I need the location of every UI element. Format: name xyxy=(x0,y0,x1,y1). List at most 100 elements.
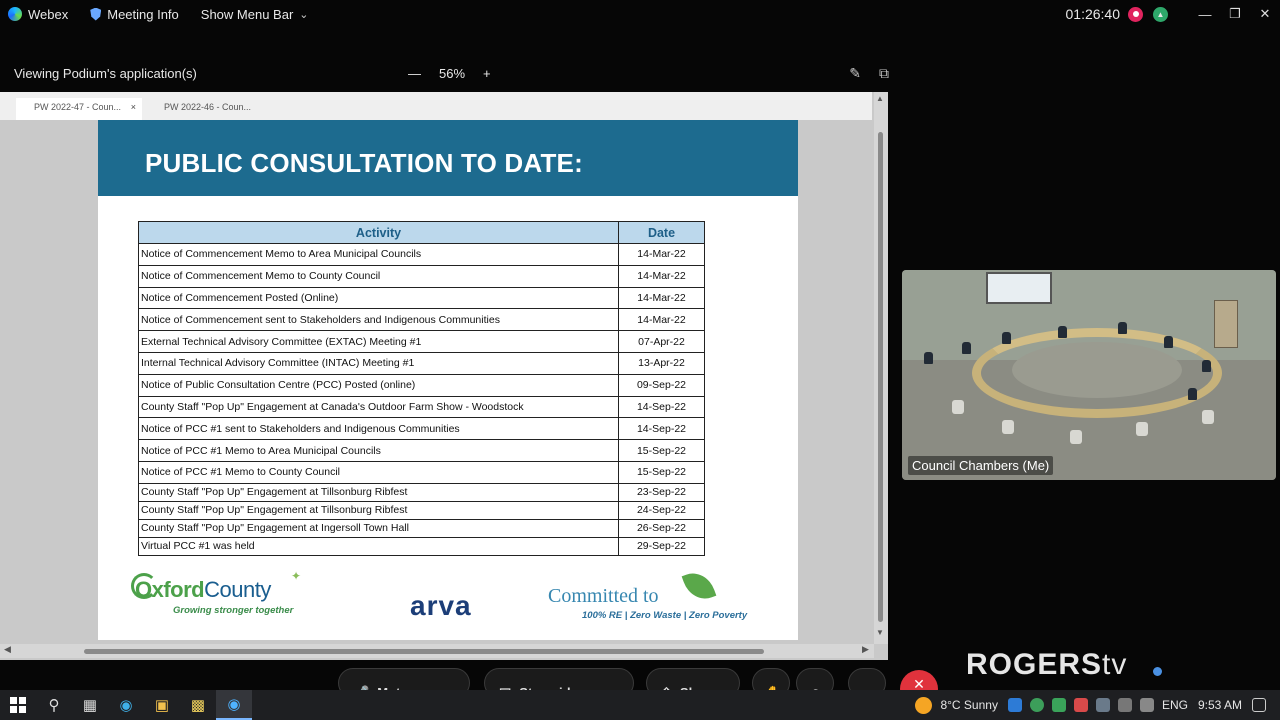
table-row: County Staff "Pop Up" Engagement at Till… xyxy=(138,500,705,520)
council-member xyxy=(1188,388,1197,400)
weather-text[interactable]: 8°C Sunny xyxy=(940,698,998,712)
minimize-button[interactable]: — xyxy=(1190,7,1220,22)
chrome-tray-icon[interactable] xyxy=(1029,698,1044,712)
security-tray-icon[interactable] xyxy=(1051,698,1066,712)
council-member xyxy=(962,342,971,354)
table-row: County Staff "Pop Up" Engagement at Inge… xyxy=(138,518,705,538)
council-member xyxy=(1002,332,1011,344)
rogers-wordmark: ROGERS xyxy=(966,648,1103,681)
store-icon[interactable]: ▩ xyxy=(180,690,216,720)
date-cell: 14-Mar-22 xyxy=(618,264,705,288)
webex-app-menu[interactable]: Webex xyxy=(8,7,68,22)
close-button[interactable]: ✕ xyxy=(1250,6,1280,22)
meeting-info-button[interactable]: Meeting Info xyxy=(90,7,179,22)
horizontal-scrollbar[interactable]: ◀ ▶ xyxy=(0,644,874,658)
webex-taskbar-icon[interactable]: ◉ xyxy=(216,690,252,720)
network-tray-icon[interactable] xyxy=(1095,698,1110,712)
search-icon[interactable]: ⚲ xyxy=(36,690,72,720)
edge-browser-icon[interactable]: ◉ xyxy=(108,690,144,720)
date-cell: 15-Sep-22 xyxy=(618,460,705,484)
activity-cell: Notice of Public Consultation Centre (PC… xyxy=(138,373,619,397)
activity-cell: County Staff "Pop Up" Engagement at Cana… xyxy=(138,395,619,419)
vertical-scroll-thumb[interactable] xyxy=(878,132,883,622)
system-tray: 8°C Sunny ENG 9:53 AM xyxy=(915,690,1280,720)
task-view-icon[interactable]: ▦ xyxy=(72,690,108,720)
share-tools: ✎ ⧉ xyxy=(849,65,889,82)
date-cell: 14-Mar-22 xyxy=(618,308,705,332)
oxford-tagline: Growing stronger together xyxy=(173,605,294,616)
date-cell: 14-Mar-22 xyxy=(618,243,705,266)
table-row: Notice of Public Consultation Centre (PC… xyxy=(138,373,705,397)
browser-tab-active[interactable]: PW 2022-47 - Coun... × xyxy=(16,98,142,120)
viewing-label: Viewing Podium's application(s) xyxy=(14,65,197,81)
self-video-tile[interactable]: Council Chambers (Me) xyxy=(902,270,1276,480)
browser-tab[interactable]: PW 2022-46 - Coun... xyxy=(146,98,272,120)
date-cell: 09-Sep-22 xyxy=(618,373,705,397)
title-bar-right: 01:26:40 ▲ — ❐ ✕ xyxy=(1066,0,1280,28)
council-member xyxy=(924,352,933,364)
council-member xyxy=(1118,322,1127,334)
title-bar: Webex Meeting Info Show Menu Bar ⌄ 01:26… xyxy=(0,0,1280,28)
notifications-icon[interactable] xyxy=(1252,698,1266,712)
activity-cell: Notice of Commencement Posted (Online) xyxy=(138,286,619,310)
zoom-controls: — 56% + xyxy=(408,66,491,81)
activity-cell: Notice of PCC #1 Memo to Area Municipal … xyxy=(138,439,619,462)
committed-logo: Committed to 100% RE | Zero Waste | Zero… xyxy=(548,567,778,623)
file-explorer-icon[interactable]: ▣ xyxy=(144,690,180,720)
table-row: Notice of Commencement sent to Stakehold… xyxy=(138,308,705,332)
chevron-down-icon: ⌄ xyxy=(299,8,309,21)
microphone-tray-icon[interactable] xyxy=(1117,698,1132,712)
taskbar-clock[interactable]: 9:53 AM xyxy=(1198,698,1242,712)
activity-cell: External Technical Advisory Committee (E… xyxy=(138,330,619,353)
shield-icon xyxy=(90,7,102,21)
council-member xyxy=(1058,326,1067,338)
activity-cell: Notice of Commencement sent to Stakehold… xyxy=(138,308,619,332)
date-cell: 29-Sep-22 xyxy=(618,536,705,556)
volume-tray-icon[interactable] xyxy=(1139,698,1154,712)
scroll-up-icon[interactable]: ▲ xyxy=(876,94,884,103)
app-tray-icon[interactable] xyxy=(1073,698,1088,712)
table-row: Notice of PCC #1 sent to Stakeholders an… xyxy=(138,417,705,441)
scroll-right-icon[interactable]: ▶ xyxy=(862,644,869,655)
watermark-dot xyxy=(1153,667,1162,676)
council-member xyxy=(1202,360,1211,372)
table-row: Notice of Commencement Posted (Online) 14… xyxy=(138,286,705,310)
council-member xyxy=(1164,336,1173,348)
sparkle-icon: ✦ xyxy=(291,569,302,583)
start-button[interactable] xyxy=(0,690,36,720)
language-indicator[interactable]: ENG xyxy=(1162,698,1188,712)
horizontal-scroll-thumb[interactable] xyxy=(84,649,764,654)
app-name: Webex xyxy=(28,6,69,22)
scroll-down-icon[interactable]: ▼ xyxy=(876,628,884,637)
zoom-level: 56% xyxy=(439,65,466,81)
activity-column-header: Activity xyxy=(138,221,619,244)
scroll-left-icon[interactable]: ◀ xyxy=(4,644,11,655)
weather-sun-icon[interactable] xyxy=(915,696,933,714)
activity-cell: Internal Technical Advisory Committee (I… xyxy=(138,351,619,375)
oxford-county-logo: ✦ OxfordCounty Growing stronger together xyxy=(131,569,302,623)
restore-button[interactable]: ❐ xyxy=(1220,6,1250,22)
pop-out-icon[interactable]: ⧉ xyxy=(879,65,889,82)
zoom-in-button[interactable]: + xyxy=(483,66,491,81)
video-participant-label: Council Chambers (Me) xyxy=(908,456,1054,475)
webex-tray-icon[interactable] xyxy=(1007,698,1022,712)
table-row: Virtual PCC #1 was held 29-Sep-22 xyxy=(138,536,705,556)
arva-logo: arva xyxy=(410,590,472,621)
network-health-icon[interactable]: ▲ xyxy=(1153,6,1168,22)
browser-tab-label: PW 2022-47 - Coun... xyxy=(34,102,122,112)
show-menu-bar-button[interactable]: Show Menu Bar ⌄ xyxy=(201,7,309,22)
vertical-scrollbar[interactable]: ▲ ▼ xyxy=(874,92,888,644)
close-tab-icon[interactable]: × xyxy=(131,102,136,112)
date-cell: 24-Sep-22 xyxy=(618,500,705,520)
committed-logo-name: Committed to xyxy=(548,585,659,607)
zoom-out-button[interactable]: — xyxy=(408,66,421,81)
chair xyxy=(1070,430,1082,444)
date-cell: 13-Apr-22 xyxy=(618,351,705,375)
chamber-floor-center xyxy=(1012,342,1182,398)
activity-cell: Virtual PCC #1 was held xyxy=(138,536,619,556)
annotate-icon[interactable]: ✎ xyxy=(849,65,861,82)
share-header: Viewing Podium's application(s) — 56% + … xyxy=(0,58,895,88)
date-column-header: Date xyxy=(618,221,705,244)
recording-icon[interactable] xyxy=(1128,6,1143,22)
date-cell: 07-Apr-22 xyxy=(618,330,705,353)
